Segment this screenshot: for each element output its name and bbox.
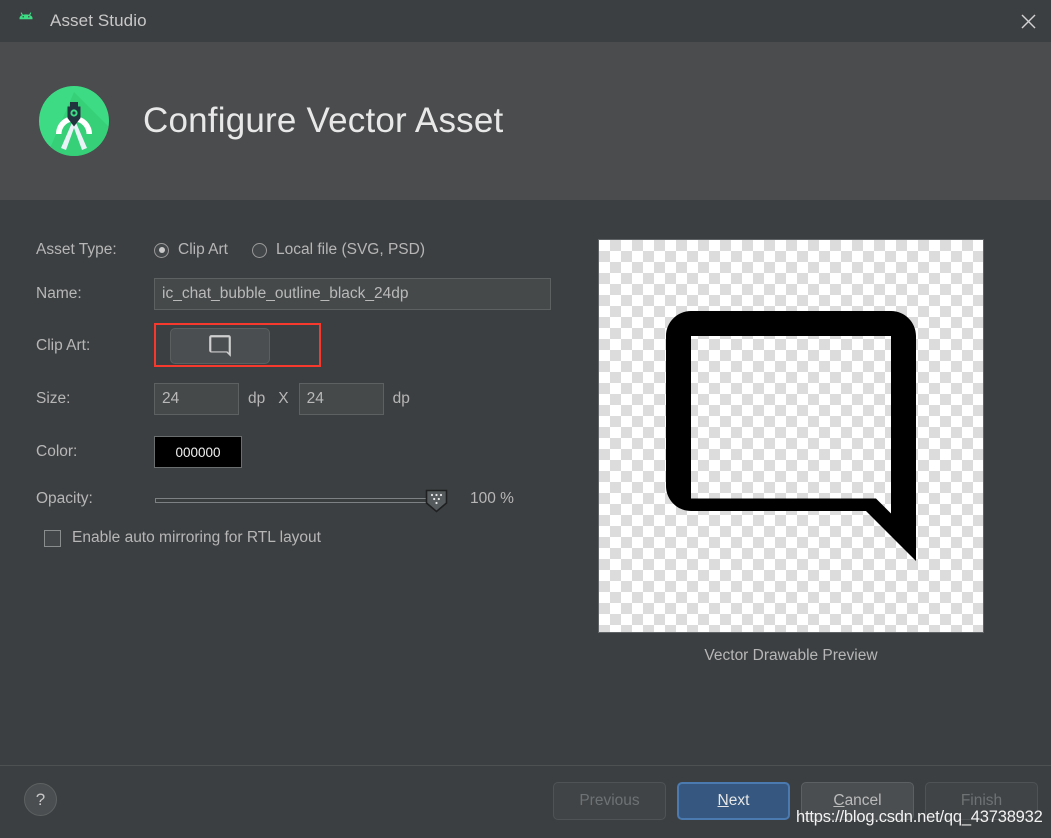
- color-swatch-button[interactable]: 000000: [154, 436, 242, 468]
- dialog-footer: ? Previous Next Cancel Finish: [0, 765, 1051, 838]
- opacity-slider-thumb[interactable]: [425, 489, 448, 513]
- clip-art-row: Clip Art:: [36, 320, 556, 372]
- size-width-input[interactable]: [154, 383, 239, 415]
- dialog-button-bar: Previous Next Cancel Finish: [553, 782, 1038, 820]
- opacity-row: Opacity: 100 %: [36, 478, 556, 520]
- previous-button[interactable]: Previous: [553, 782, 666, 820]
- color-row: Color: 000000: [36, 426, 556, 478]
- page-title: Configure Vector Asset: [143, 101, 504, 140]
- dialog-header: Configure Vector Asset: [0, 42, 1051, 200]
- radio-local-file[interactable]: Local file (SVG, PSD): [251, 241, 425, 259]
- chat-bubble-outline-icon: [209, 335, 231, 357]
- preview-caption: Vector Drawable Preview: [704, 647, 878, 664]
- rtl-mirroring-checkbox[interactable]: [44, 529, 61, 547]
- radio-clip-art-indicator: [154, 242, 169, 258]
- vector-asset-form: Asset Type: Clip Art Local file (SVG, PS…: [36, 232, 556, 556]
- previous-button-label: Previous: [579, 792, 640, 809]
- help-button[interactable]: ?: [24, 783, 57, 816]
- window-title-bar: Asset Studio: [0, 0, 1051, 42]
- vector-drawable-preview: [598, 239, 984, 633]
- rtl-mirroring-label: Enable auto mirroring for RTL layout: [72, 529, 321, 546]
- name-label: Name:: [36, 285, 82, 302]
- android-head-icon: [14, 9, 38, 33]
- radio-local-file-label: Local file (SVG, PSD): [275, 241, 425, 258]
- size-height-unit: dp: [392, 390, 410, 407]
- next-button-label: Next: [717, 792, 750, 809]
- cancel-button-label: Cancel: [833, 792, 882, 809]
- opacity-label: Opacity:: [36, 490, 93, 507]
- cancel-button[interactable]: Cancel: [801, 782, 914, 820]
- chat-bubble-outline-icon: [666, 311, 916, 561]
- clip-art-label: Clip Art:: [36, 337, 91, 354]
- finish-button-label: Finish: [960, 792, 1003, 809]
- clip-art-chooser-button[interactable]: [170, 328, 270, 364]
- size-height-input[interactable]: [298, 383, 384, 415]
- asset-type-row: Asset Type: Clip Art Local file (SVG, PS…: [36, 232, 556, 268]
- size-width-unit: dp: [248, 390, 266, 407]
- preview-area: Vector Drawable Preview: [598, 239, 984, 665]
- name-row: Name:: [36, 268, 556, 320]
- dialog-body: Asset Type: Clip Art Local file (SVG, PS…: [0, 200, 1051, 765]
- size-separator: X: [278, 390, 289, 407]
- opacity-slider[interactable]: [155, 486, 448, 513]
- name-input[interactable]: [154, 278, 551, 310]
- next-button[interactable]: Next: [677, 782, 790, 820]
- rtl-mirroring-row[interactable]: Enable auto mirroring for RTL layout: [36, 520, 556, 556]
- radio-clip-art-label: Clip Art: [178, 241, 228, 258]
- asset-type-label: Asset Type:: [36, 241, 117, 258]
- opacity-value-label: 100 %: [470, 490, 514, 507]
- finish-button[interactable]: Finish: [925, 782, 1038, 820]
- close-icon[interactable]: [1005, 0, 1051, 42]
- color-label: Color:: [36, 443, 78, 460]
- radio-local-file-indicator: [251, 242, 267, 258]
- help-icon: ?: [35, 789, 46, 809]
- opacity-slider-track: [155, 498, 445, 503]
- radio-clip-art[interactable]: Clip Art: [154, 241, 228, 259]
- android-studio-logo: [35, 82, 113, 160]
- size-label: Size:: [36, 390, 71, 407]
- size-row: Size: dp X dp: [36, 372, 556, 426]
- window-title: Asset Studio: [50, 11, 147, 30]
- color-value-text: 000000: [175, 444, 221, 460]
